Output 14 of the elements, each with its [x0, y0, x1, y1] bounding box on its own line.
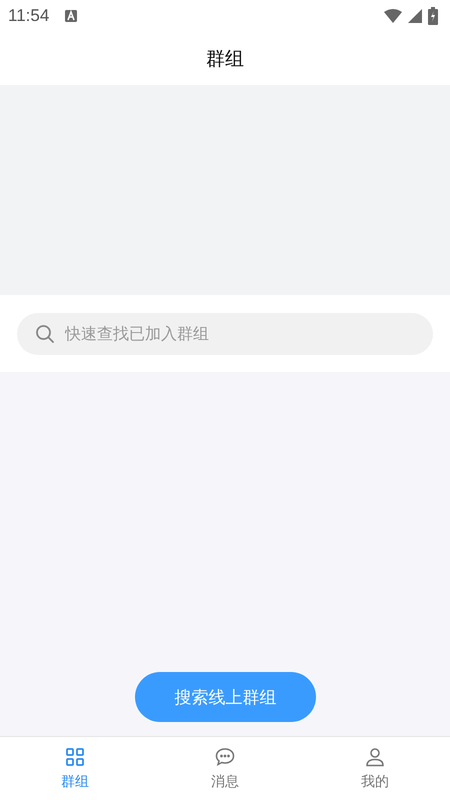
tab[interactable]: 我的 [300, 737, 450, 800]
grid-icon [65, 746, 85, 766]
notification-icon [65, 10, 78, 22]
page-title: 群组 [206, 46, 244, 72]
search-online-button[interactable]: 搜索线上群组 [135, 672, 316, 722]
search-icon [35, 324, 55, 344]
signal-icon [408, 9, 422, 23]
battery-icon [428, 7, 438, 25]
person-icon [365, 746, 385, 766]
chat-icon [215, 746, 235, 766]
tab[interactable]: 群组 [0, 737, 150, 800]
status-time: 11:54 [8, 6, 50, 26]
tab[interactable]: 消息 [150, 737, 300, 800]
wifi-icon [384, 9, 402, 23]
